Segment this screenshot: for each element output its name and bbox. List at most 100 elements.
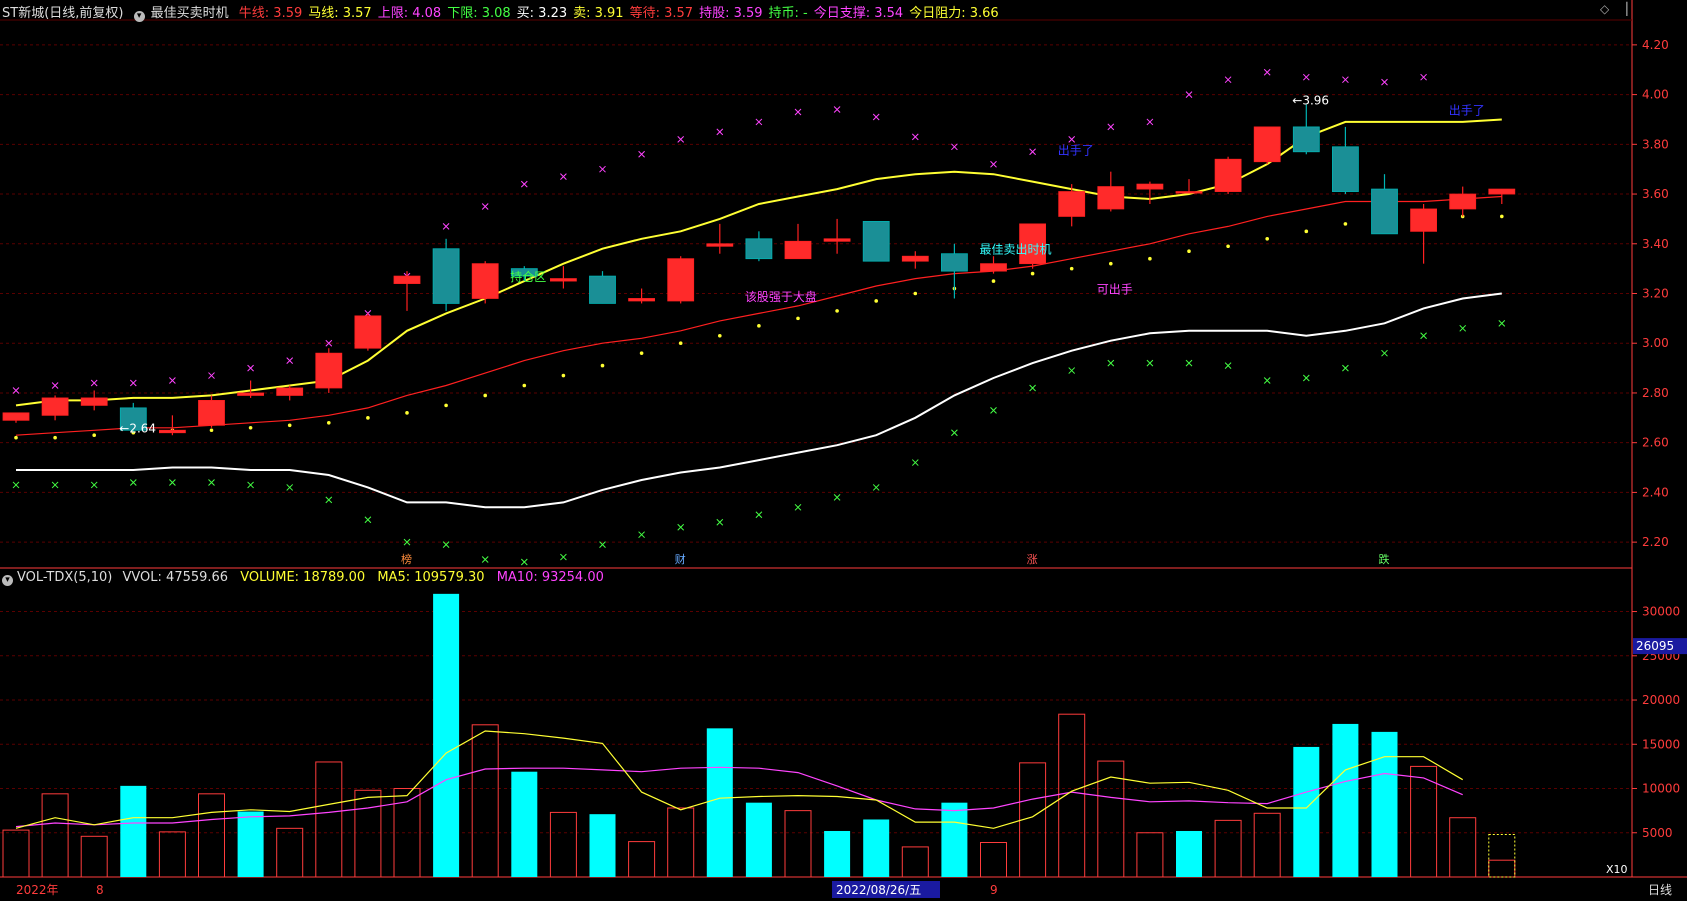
upper-limit-mark — [990, 160, 997, 168]
volume-bar — [237, 811, 264, 877]
volume-bar — [1136, 832, 1164, 878]
indicator-item: 持股: 3.59 — [699, 6, 763, 21]
lower-limit-mark — [286, 484, 294, 491]
volume-bar — [1488, 859, 1516, 878]
volume-value: VOLUME: 18789.00 — [240, 570, 366, 585]
support-dot — [1148, 256, 1152, 261]
volume-bar — [1253, 812, 1281, 878]
support-dot — [287, 423, 292, 428]
lower-limit-mark — [872, 484, 880, 491]
indicator-item: 牛线: 3.59 — [238, 6, 303, 21]
lower-limit-mark — [951, 429, 958, 437]
lower-limit-mark — [1342, 364, 1349, 372]
support-dot — [248, 425, 253, 430]
candle-body — [941, 253, 968, 272]
upper-limit-mark — [12, 387, 20, 394]
price-tick-label: 4.00 — [1642, 88, 1669, 102]
lower-limit-mark — [520, 558, 528, 566]
support-dot — [444, 403, 448, 408]
cursor-date: 2022/08/26/五 — [836, 883, 921, 897]
horse-line — [15, 118, 1502, 407]
candle-body — [589, 275, 616, 304]
candle-body — [237, 392, 265, 396]
candle-body — [1410, 208, 1437, 232]
stock-chart[interactable]: 4.20 4.00 3.80 3.60 3.40 3.20 3.00 2.80 2.60 2.40… — [0, 0, 1687, 901]
volume-tick-label: 15000 — [1642, 737, 1680, 751]
upper-limit-mark — [677, 135, 685, 143]
upper-limit-mark — [481, 203, 489, 210]
volume-indicator-title[interactable]: VOL-TDX(5,10) — [17, 570, 112, 585]
upper-limit-mark — [716, 128, 724, 136]
support-dot — [718, 333, 722, 338]
candle-body — [1097, 186, 1125, 210]
indicator-item: 买: 3.23 — [516, 6, 568, 21]
lower-limit-mark — [364, 516, 372, 524]
lower-limit-mark — [911, 459, 919, 466]
candle-body — [354, 315, 382, 349]
upper-limit-mark — [286, 357, 294, 364]
volume-bar — [1293, 746, 1320, 877]
candle-body — [41, 397, 69, 416]
month-label: 9 — [990, 883, 998, 897]
volume-bar — [980, 841, 1007, 878]
lower-limit-mark — [1498, 319, 1506, 327]
support-dot — [757, 324, 761, 328]
candle-body — [276, 387, 304, 396]
candle-body — [393, 275, 421, 284]
upper-limit-mark — [1107, 123, 1115, 131]
price-tick-label: 3.00 — [1642, 336, 1669, 350]
chart-mode: (日线,前复权) — [44, 6, 124, 21]
candle-body — [2, 412, 30, 421]
support-dot — [1304, 229, 1309, 234]
indicator-toggle-icon[interactable]: ▾ — [133, 11, 145, 22]
lower-limit-mark — [677, 523, 685, 531]
upper-limit-mark — [872, 113, 880, 121]
volume-tick-label: 30000 — [1642, 605, 1680, 619]
volume-bar — [1214, 819, 1242, 878]
lower-limit-mark — [560, 553, 567, 561]
upper-limit-mark — [1302, 73, 1310, 81]
volume-bar — [1371, 731, 1398, 877]
lower-limit-mark — [90, 481, 98, 489]
volume-bar — [863, 819, 890, 877]
volume-bar — [901, 846, 929, 878]
volume-bar — [41, 793, 69, 878]
diamond-icon[interactable]: ◇ — [1600, 2, 1609, 16]
volume-bar — [745, 802, 772, 877]
support-dot — [600, 363, 605, 368]
lower-limit-mark — [1068, 367, 1076, 374]
lower-limit-mark — [12, 481, 20, 489]
volume-bar — [354, 789, 382, 878]
indicator-values: 牛线: 3.59 马线: 3.57 上限: 4.08 下限: 3.08 买: 3.23 卖… — [239, 6, 1005, 21]
upper-limit-mark — [90, 379, 98, 387]
candle-body — [158, 429, 186, 434]
lower-limit-mark — [1381, 349, 1388, 357]
period-label: 日线 — [1648, 883, 1672, 897]
support-dot — [1500, 214, 1504, 219]
chart-annotation: 持仓区 — [510, 269, 546, 284]
price-tick-label: 2.60 — [1642, 436, 1669, 450]
volume-bar — [628, 841, 656, 878]
candle-body — [1371, 188, 1398, 235]
price-tick-label: 3.40 — [1642, 237, 1669, 251]
chart-annotation: ←2.64 — [119, 422, 156, 436]
upper-limit-mark — [1381, 78, 1388, 86]
volume-tick-label: 5000 — [1642, 826, 1673, 840]
price-tick-label: 3.20 — [1642, 287, 1669, 301]
symbol-name[interactable]: ST新城 — [2, 6, 44, 21]
upper-limit-mark — [560, 173, 567, 180]
indicator-name[interactable]: 最佳买卖时机 — [151, 6, 229, 21]
lower-limit-mark — [638, 531, 645, 539]
candle-body — [1253, 126, 1281, 163]
chart-annotation: 该股强于大盘 — [745, 289, 817, 304]
indicator-item: 持币: - — [768, 6, 808, 21]
candle-body — [315, 352, 343, 389]
collapse-icon[interactable]: ▕ — [1618, 2, 1627, 16]
support-dot — [327, 420, 331, 425]
upper-limit-mark — [1263, 68, 1271, 76]
volume-toggle-icon[interactable]: ▾ — [2, 575, 13, 586]
indicator-item: 今日支撑: 3.54 — [813, 6, 904, 21]
upper-limit-mark — [208, 372, 215, 379]
candle-body — [667, 258, 695, 302]
lower-limit-mark — [1107, 359, 1115, 367]
